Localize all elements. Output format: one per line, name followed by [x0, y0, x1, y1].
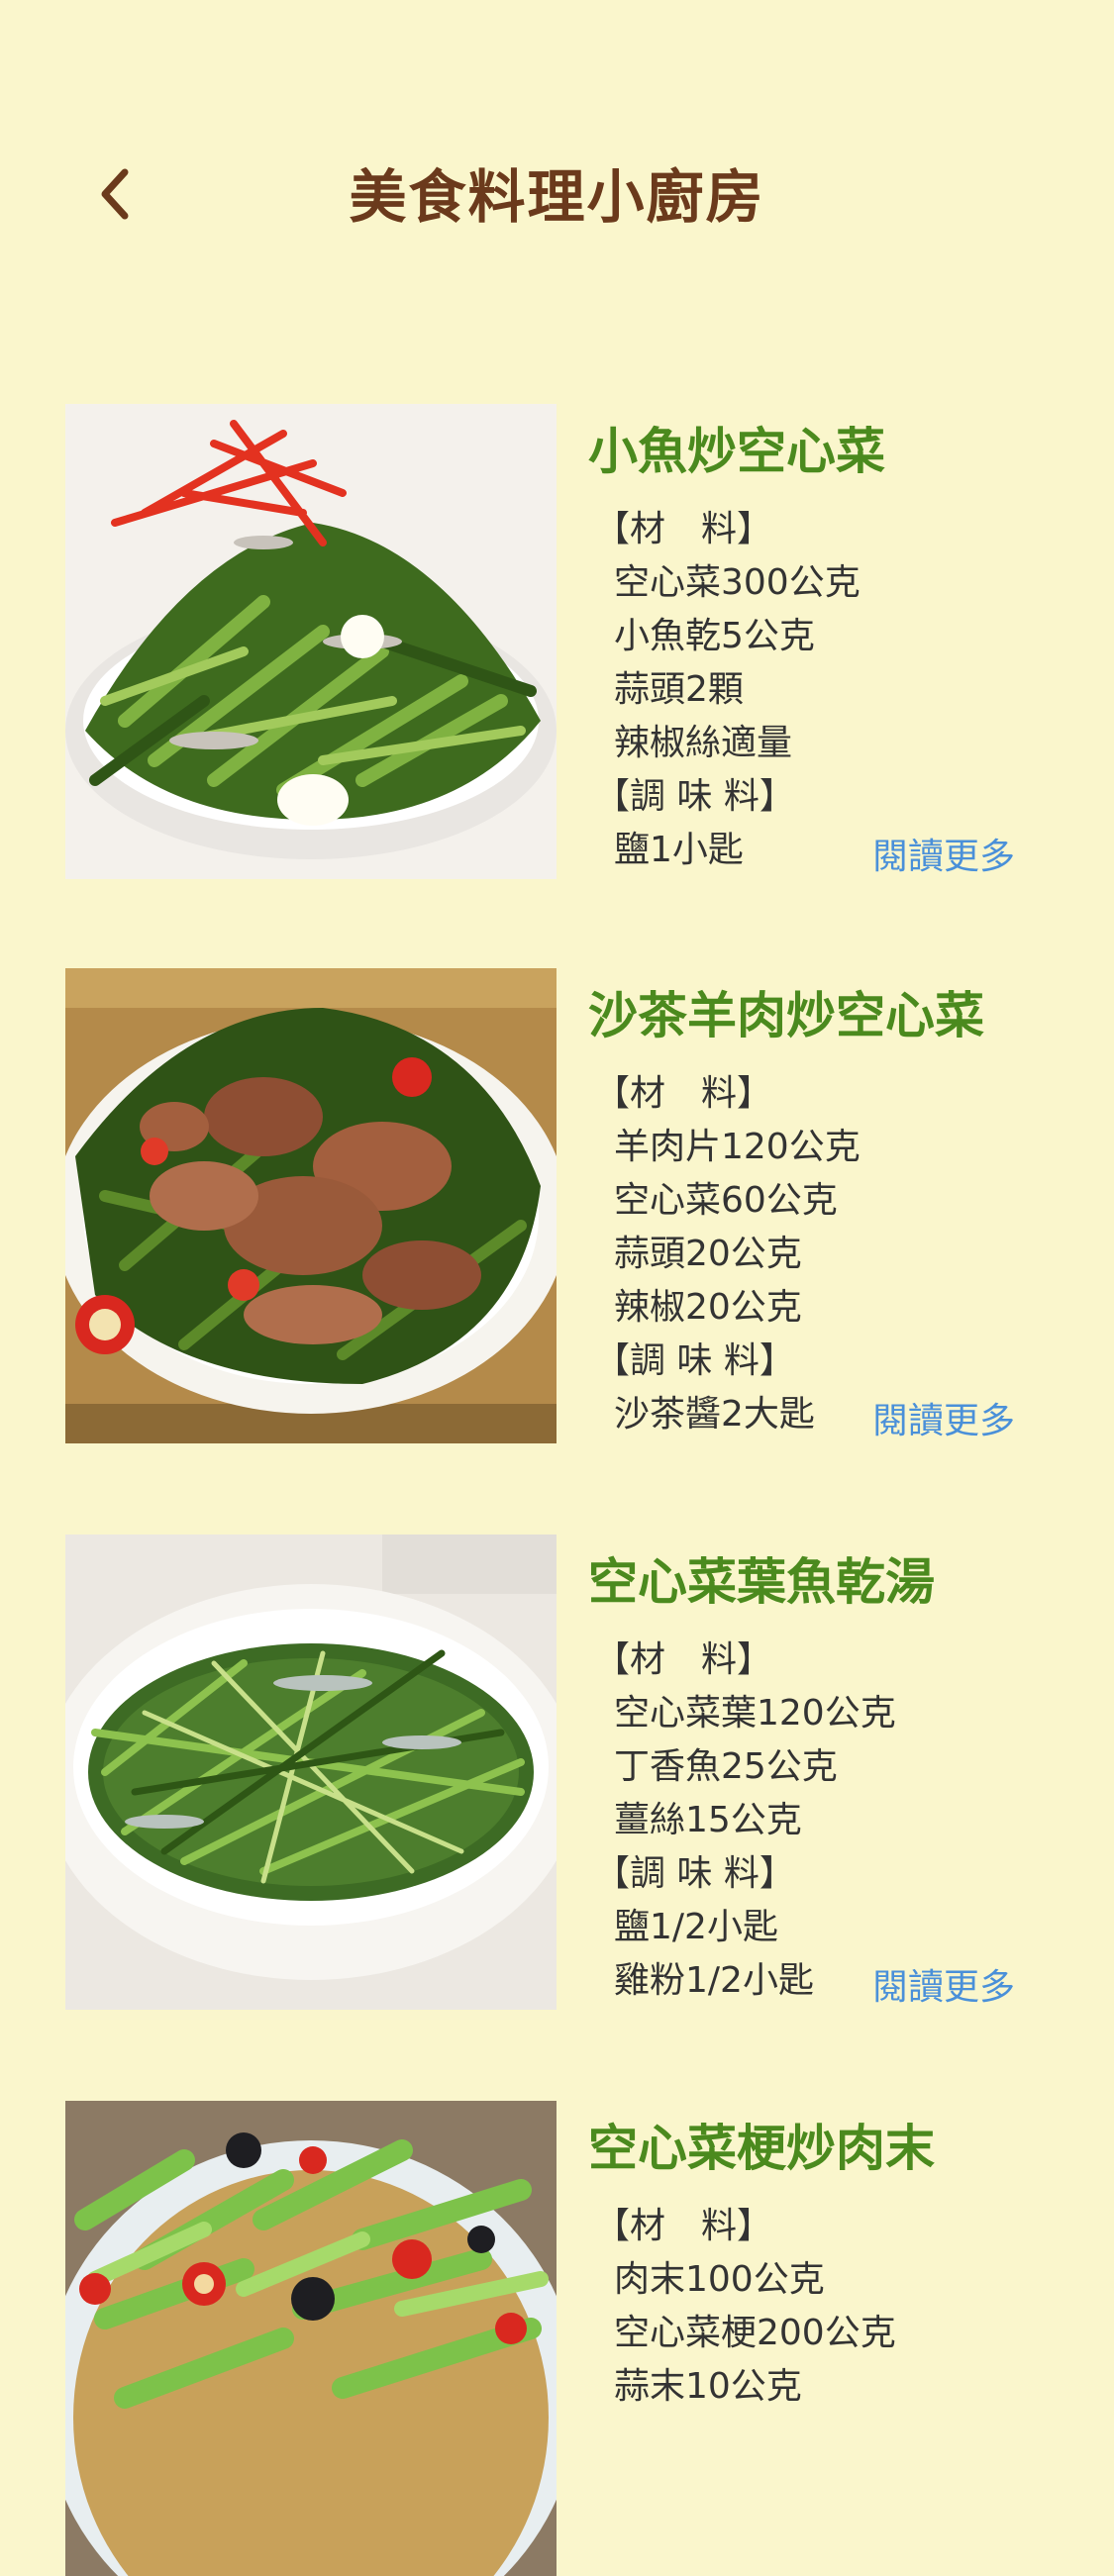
ingredient-item: 丁香魚25公克: [614, 1746, 838, 1787]
ingredient-item: 空心菜梗200公克: [614, 2313, 896, 2353]
recipe-photo[interactable]: [65, 1535, 557, 2010]
top-bar: 美食料理小廚房: [0, 0, 1114, 337]
ingredient-item: 辣椒20公克: [614, 1287, 802, 1328]
seasoning-header: 【調 味 料】: [594, 1340, 795, 1381]
ingredient-item: 羊肉片120公克: [614, 1127, 861, 1167]
ingredient-item: 肉末100公克: [614, 2259, 825, 2300]
ingredients-header: 【材 料】: [594, 1639, 773, 1680]
recipe-details: 【材 料】 空心菜300公克 小魚乾5公克 蒜頭2顆 辣椒絲適量 【調 味 料】…: [594, 503, 1069, 877]
recipe-details: 【材 料】 肉末100公克 空心菜梗200公克 蒜末10公克: [594, 2200, 1069, 2414]
recipe-title[interactable]: 沙茶羊肉炒空心菜: [588, 976, 984, 1047]
ingredients-header: 【材 料】: [594, 1073, 773, 1114]
recipe-card[interactable]: 空心菜梗炒肉末 【材 料】 肉末100公克 空心菜梗200公克 蒜末10公克: [0, 2101, 1114, 2576]
recipe-title[interactable]: 空心菜葉魚乾湯: [588, 1542, 935, 1614]
ingredient-item: 辣椒絲適量: [614, 723, 793, 763]
ingredients-header: 【材 料】: [594, 509, 773, 549]
read-more-link[interactable]: 閱讀更多: [872, 828, 1015, 879]
ingredient-item: 蒜末10公克: [614, 2366, 802, 2407]
seasoning-header: 【調 味 料】: [594, 776, 795, 817]
ingredient-item: 蒜頭2顆: [614, 669, 744, 710]
recipe-card[interactable]: 沙茶羊肉炒空心菜 【材 料】 羊肉片120公克 空心菜60公克 蒜頭20公克 辣…: [0, 968, 1114, 1443]
recipe-card[interactable]: 空心菜葉魚乾湯 【材 料】 空心菜葉120公克 丁香魚25公克 薑絲15公克 【…: [0, 1535, 1114, 2010]
recipe-title[interactable]: 小魚炒空心菜: [588, 412, 885, 483]
ingredient-item: 空心菜300公克: [614, 562, 861, 603]
ingredient-item: 空心菜葉120公克: [614, 1693, 896, 1734]
seasoning-item: 鹽1/2小匙: [614, 1907, 778, 1947]
read-more-link[interactable]: 閱讀更多: [872, 1958, 1015, 2010]
ingredient-item: 小魚乾5公克: [614, 616, 815, 656]
recipe-photo[interactable]: [65, 968, 557, 1443]
seasoning-header: 【調 味 料】: [594, 1853, 795, 1894]
recipe-card[interactable]: 小魚炒空心菜 【材 料】 空心菜300公克 小魚乾5公克 蒜頭2顆 辣椒絲適量 …: [0, 404, 1114, 879]
recipe-details: 【材 料】 空心菜葉120公克 丁香魚25公克 薑絲15公克 【調 味 料】 鹽…: [594, 1634, 1069, 2008]
page-title: 美食料理小廚房: [349, 163, 765, 231]
read-more-link[interactable]: 閱讀更多: [872, 1392, 1015, 1443]
ingredient-item: 空心菜60公克: [614, 1180, 838, 1221]
recipe-photo[interactable]: [65, 2101, 557, 2576]
ingredients-header: 【材 料】: [594, 2206, 773, 2246]
recipe-details: 【材 料】 羊肉片120公克 空心菜60公克 蒜頭20公克 辣椒20公克 【調 …: [594, 1067, 1069, 1441]
ingredient-item: 薑絲15公克: [614, 1800, 802, 1840]
recipe-title[interactable]: 空心菜梗炒肉末: [588, 2109, 935, 2180]
ingredient-item: 蒜頭20公克: [614, 1234, 802, 1274]
recipe-photo[interactable]: [65, 404, 557, 879]
